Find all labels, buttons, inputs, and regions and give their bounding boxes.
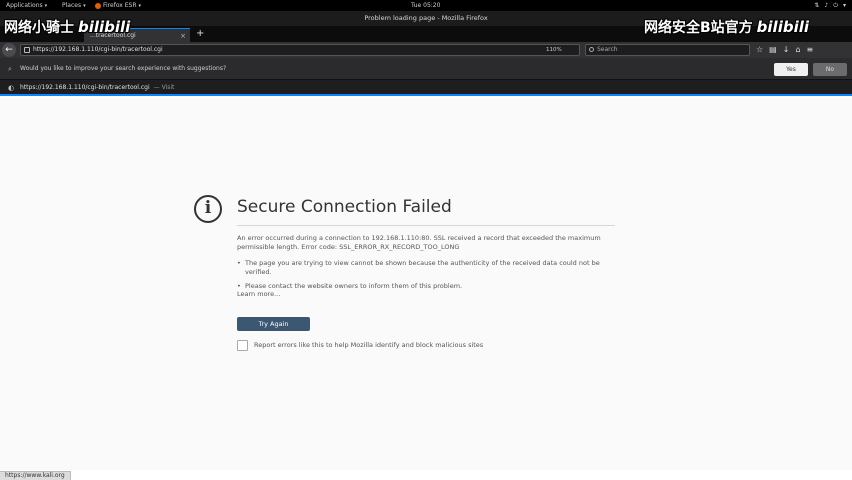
search-icon: ⌕ (8, 65, 12, 73)
info-icon: i (194, 195, 222, 223)
close-icon[interactable]: × (180, 29, 186, 43)
divider (237, 225, 615, 226)
network-icon: ⇅ (814, 2, 820, 9)
info-icon[interactable] (24, 47, 30, 53)
report-errors-checkbox[interactable] (237, 340, 248, 351)
nav-toolbar: ← https://192.168.1.110/cgi-bin/tracerto… (0, 42, 852, 58)
back-button[interactable]: ← (2, 43, 16, 57)
error-description: An error occurred during a connection to… (237, 234, 601, 251)
suggestion-url: https://192.168.1.110/cgi-bin/tracertool… (20, 84, 150, 91)
clock[interactable]: Tue 05:20 (411, 0, 440, 11)
report-errors-label: Report errors like this to help Mozilla … (254, 341, 484, 349)
chevron-down-icon: ▾ (138, 3, 142, 9)
globe-icon: ◐ (8, 84, 15, 92)
chevron-down-icon: ▾ (83, 3, 86, 9)
search-input[interactable]: Search (585, 44, 750, 56)
url-bar[interactable]: https://192.168.1.110/cgi-bin/tracertool… (20, 44, 580, 56)
search-icon (589, 47, 594, 52)
status-bar: https://www.kali.org (0, 471, 71, 480)
back-arrow-icon: ← (5, 45, 13, 55)
firefox-icon (95, 2, 101, 9)
window-title: Problem loading page - Mozilla Firefox (364, 14, 488, 22)
places-label: Places (62, 2, 82, 9)
search-suggestion-notification: ⌕ Would you like to improve your search … (0, 58, 852, 80)
chevron-down-icon: ▾ (44, 3, 48, 9)
notification-no-button[interactable]: No (813, 63, 847, 76)
applications-label: Applications (6, 2, 43, 9)
watermark-left: 网络小骑士 bilibili (4, 17, 130, 37)
power-icon: ⏻ (833, 2, 838, 9)
new-tab-button[interactable]: + (196, 26, 204, 42)
search-placeholder: Search (597, 46, 618, 53)
system-tray[interactable]: ⇅ ♪ ⏻ ▾ (814, 0, 846, 11)
library-icon[interactable]: ▤ (769, 43, 777, 57)
bilibili-logo: bilibili (756, 18, 809, 36)
page-title: Secure Connection Failed (237, 197, 452, 217)
learn-more-link[interactable]: Learn more... (237, 290, 280, 298)
url-suggestion-row[interactable]: ◐ https://192.168.1.110/cgi-bin/tracerto… (0, 80, 852, 96)
download-icon[interactable]: ↓ (783, 43, 790, 57)
bookmark-star-icon[interactable]: ☆ (756, 43, 763, 57)
page-content: i Secure Connection Failed An error occu… (0, 98, 852, 470)
watermark-right: 网络安全B站官方 bilibili (644, 17, 809, 37)
chevron-down-icon: ▾ (842, 2, 846, 9)
menu-icon[interactable]: ≡ (807, 43, 814, 57)
notification-text: Would you like to improve your search ex… (20, 65, 227, 72)
toolbar-icons: ☆ ▤ ↓ ⌂ ≡ (756, 43, 813, 57)
bilibili-logo: bilibili (78, 18, 131, 36)
active-app-label: Firefox ESR (103, 2, 137, 9)
home-icon[interactable]: ⌂ (795, 43, 800, 57)
suggestion-action: — Visit (153, 84, 175, 91)
error-bullets: The page you are trying to view cannot b… (237, 259, 627, 296)
suggestion-text: https://192.168.1.110/cgi-bin/tracertool… (20, 80, 174, 96)
try-again-button[interactable]: Try Again (237, 317, 310, 331)
zoom-indicator[interactable]: 110% (546, 44, 562, 56)
list-item: Please contact the website owners to inf… (237, 282, 627, 291)
screen: Applications ▾ Places ▾ Firefox ESR ▾ Tue 0… (0, 0, 852, 480)
watermark-right-text: 网络安全B站官方 (644, 20, 753, 36)
volume-icon: ♪ (824, 2, 829, 9)
watermark-left-text: 网络小骑士 (4, 20, 74, 36)
notification-yes-button[interactable]: Yes (774, 63, 808, 76)
gnome-top-bar: Applications ▾ Places ▾ Firefox ESR ▾ Tue 0… (0, 0, 852, 11)
url-text: https://192.168.1.110/cgi-bin/tracertool… (33, 46, 163, 53)
list-item: The page you are trying to view cannot b… (237, 259, 627, 277)
